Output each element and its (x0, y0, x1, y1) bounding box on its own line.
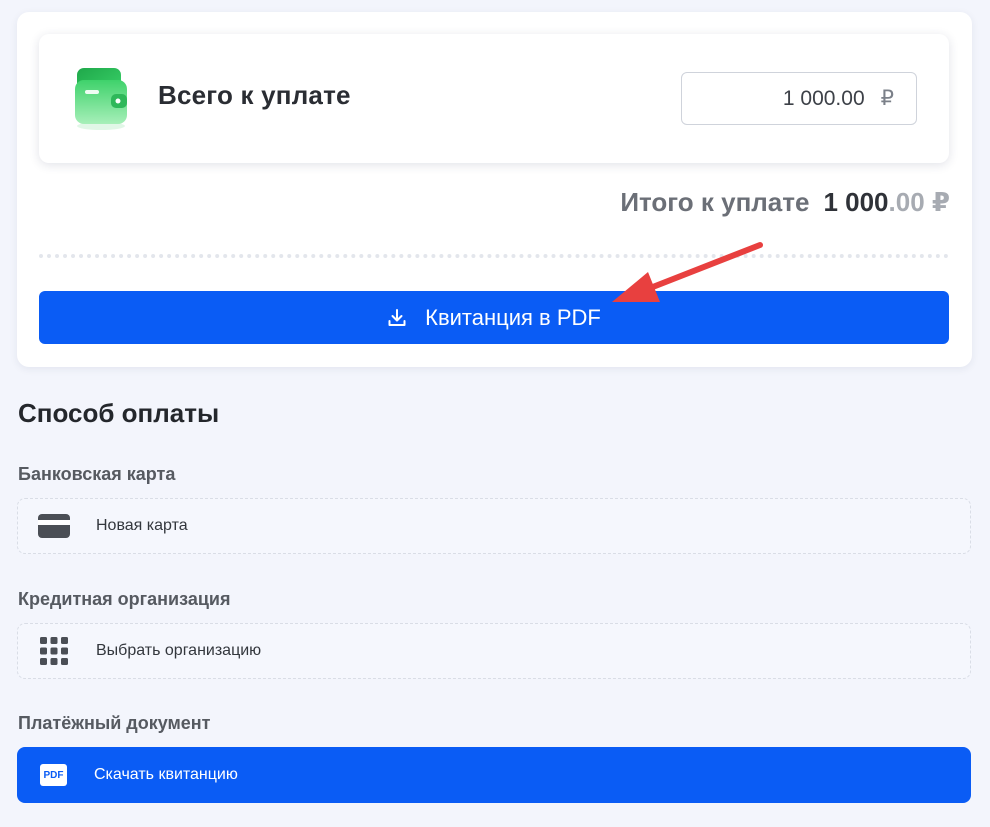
choose-org-option[interactable]: Выбрать организацию (17, 623, 971, 679)
bank-card-label: Банковская карта (18, 464, 176, 484)
payment-doc-label: Платёжный документ (18, 713, 211, 733)
payment-method-title: Способ оплаты (18, 398, 220, 428)
summary-card: Всего к уплате 1 000.00 ₽ Итого к уплате… (17, 12, 972, 367)
pdf-receipt-button[interactable]: Квитанция в PDF (39, 291, 949, 344)
amount-value: 1 000.00 (782, 86, 865, 110)
dotted-divider (39, 254, 949, 258)
credit-card-icon (38, 514, 70, 538)
download-receipt-label: Скачать квитанцию (94, 766, 238, 783)
download-receipt-button[interactable]: PDF Скачать квитанцию (17, 747, 971, 803)
choose-org-label: Выбрать организацию (96, 642, 262, 659)
total-row: Всего к уплате 1 000.00 ₽ (39, 34, 949, 163)
grand-total-dec: .00 ₽ (888, 187, 950, 217)
new-card-label: Новая карта (96, 517, 188, 534)
grand-total-int: 1 000 (823, 187, 889, 217)
credit-org-label: Кредитная организация (18, 589, 231, 609)
grand-total: Итого к уплате 1 000.00 ₽ (620, 187, 950, 218)
currency-symbol: ₽ (880, 87, 894, 110)
wallet-icon (75, 68, 127, 130)
download-icon (388, 308, 406, 326)
payment-page: Всего к уплате 1 000.00 ₽ Итого к уплате… (0, 0, 990, 827)
pdf-icon: PDF (40, 764, 67, 786)
amount-input[interactable]: 1 000.00 ₽ (681, 72, 917, 125)
grand-total-label: Итого к уплате (620, 187, 810, 217)
grid-icon (40, 637, 68, 665)
new-card-option[interactable]: Новая карта (17, 498, 971, 554)
total-label: Всего к уплате (158, 80, 351, 110)
pdf-receipt-label: Квитанция в PDF (425, 304, 601, 330)
